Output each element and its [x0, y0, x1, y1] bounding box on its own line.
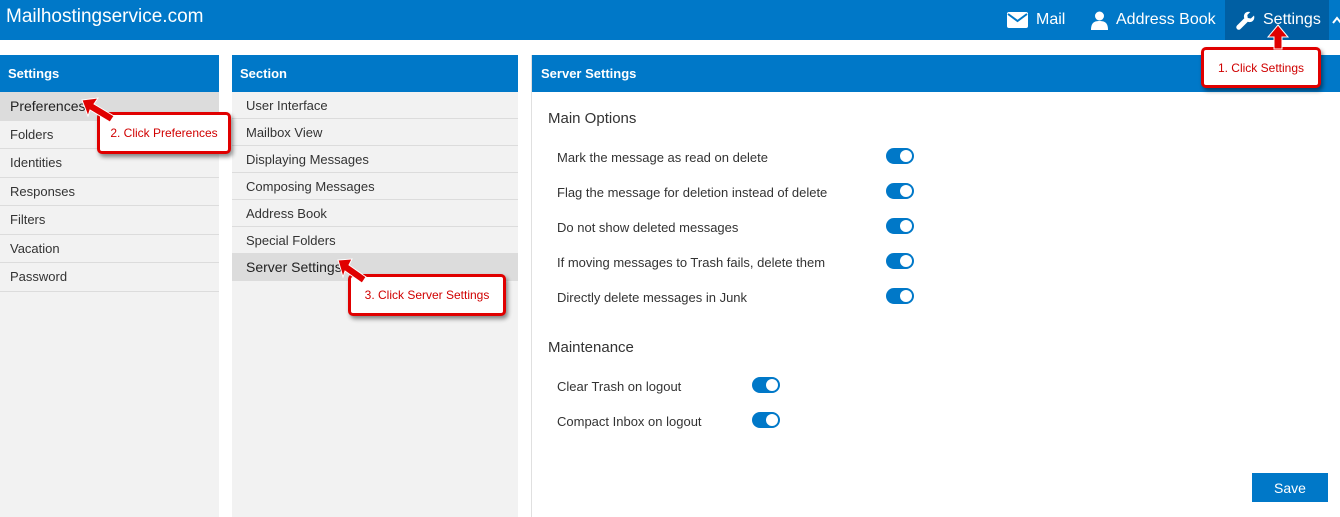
- callout-step-2-text: 2. Click Preferences: [110, 126, 218, 140]
- save-button[interactable]: Save: [1252, 473, 1328, 502]
- toggle-hide-deleted[interactable]: [886, 218, 914, 234]
- option-label-delete-junk: Directly delete messages in Junk: [557, 289, 748, 305]
- callout-step-3: 3. Click Server Settings: [348, 274, 506, 316]
- settings-item-responses[interactable]: Responses: [0, 178, 219, 206]
- section-item-user-interface[interactable]: User Interface: [232, 92, 518, 119]
- callout-step-1: 1. Click Settings: [1201, 47, 1321, 88]
- toggle-clear-trash[interactable]: [752, 377, 780, 393]
- settings-item-vacation[interactable]: Vacation: [0, 235, 219, 263]
- settings-panel-title: Settings: [0, 55, 219, 92]
- callout-step-3-text: 3. Click Server Settings: [364, 288, 490, 302]
- toggle-flag-deletion[interactable]: [886, 183, 914, 199]
- section-item-special-folders[interactable]: Special Folders: [232, 227, 518, 254]
- toggle-trash-fails[interactable]: [886, 253, 914, 269]
- option-label-hide-deleted: Do not show deleted messages: [557, 219, 739, 235]
- option-label-compact-inbox: Compact Inbox on logout: [557, 413, 702, 429]
- callout-arrow-3: [337, 258, 367, 284]
- nav-address-book-label: Address Book: [1116, 11, 1216, 28]
- callout-step-2: 2. Click Preferences: [97, 112, 231, 154]
- toggle-delete-junk[interactable]: [886, 288, 914, 304]
- section-item-mailbox-view[interactable]: Mailbox View: [232, 119, 518, 146]
- settings-item-filters[interactable]: Filters: [0, 206, 219, 235]
- caret-up-icon[interactable]: [1332, 0, 1340, 40]
- callout-step-1-text: 1. Click Settings: [1217, 60, 1305, 75]
- callout-arrow-1: [1266, 24, 1290, 50]
- section-list: User Interface Mailbox View Displaying M…: [232, 92, 518, 281]
- section-item-composing-messages[interactable]: Composing Messages: [232, 173, 518, 200]
- option-label-mark-read: Mark the message as read on delete: [557, 149, 769, 165]
- server-settings-panel: Server Settings Main Options Mark the me…: [531, 55, 1340, 517]
- nav-mail[interactable]: Mail: [1007, 0, 1065, 40]
- toggle-mark-read[interactable]: [886, 148, 914, 164]
- top-bar: Mailhostingservice.com Mail Address Book…: [0, 0, 1340, 40]
- envelope-icon: [1007, 12, 1028, 28]
- nav-mail-label: Mail: [1036, 11, 1066, 28]
- section-panel-title: Section: [232, 55, 518, 92]
- section-item-address-book[interactable]: Address Book: [232, 200, 518, 227]
- option-label-clear-trash: Clear Trash on logout: [557, 378, 682, 394]
- option-label-flag-deletion: Flag the message for deletion instead of…: [557, 184, 828, 200]
- toggle-compact-inbox[interactable]: [752, 412, 780, 428]
- main-options-title: Main Options: [548, 110, 637, 127]
- app-logo[interactable]: Mailhostingservice.com: [6, 6, 203, 28]
- nav-address-book[interactable]: Address Book: [1091, 0, 1216, 40]
- person-icon: [1091, 11, 1108, 30]
- maintenance-title: Maintenance: [548, 339, 634, 356]
- wrench-icon: [1236, 11, 1255, 30]
- option-label-trash-fails: If moving messages to Trash fails, delet…: [557, 254, 826, 270]
- settings-item-password[interactable]: Password: [0, 263, 219, 292]
- callout-arrow-2: [81, 97, 115, 123]
- section-item-displaying-messages[interactable]: Displaying Messages: [232, 146, 518, 173]
